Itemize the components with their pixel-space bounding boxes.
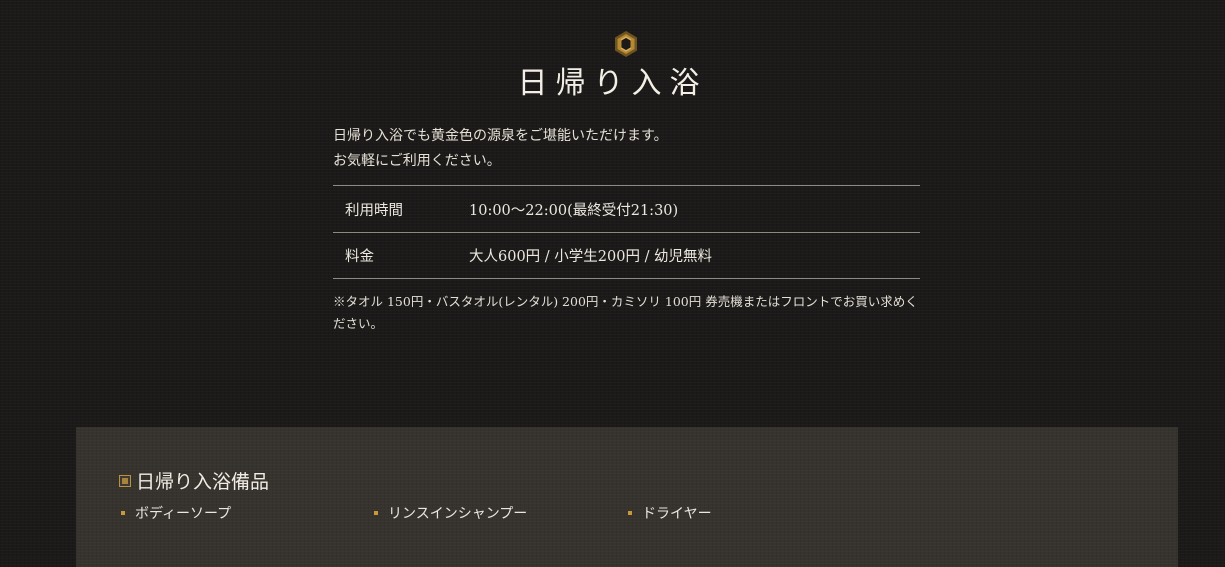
amenity-label: ドライヤー [642, 506, 712, 522]
bullet-icon [628, 511, 632, 515]
section-title: 日帰り入浴 [517, 66, 708, 101]
amenity-label: リンスインシャンプー [388, 506, 528, 522]
intro-line-2: お気軽にご利用ください。 [333, 153, 501, 169]
amenities-heading-text: 日帰り入浴備品 [136, 471, 270, 493]
price-value: 大人600円 / 小学生200円 / 幼児無料 [469, 249, 713, 265]
amenities-heading: 日帰り入浴備品 [119, 467, 269, 494]
logo-emblem-icon [615, 31, 637, 57]
intro-text: 日帰り入浴でも黄金色の源泉をご堪能いただけます。 お気軽にご利用ください。 [333, 124, 933, 174]
square-frame-icon [119, 474, 131, 487]
price-label: 料金 [345, 249, 374, 265]
bullet-icon [121, 511, 125, 515]
list-item-body-soap: ボディーソープ [121, 503, 231, 523]
amenity-label: ボディーソープ [135, 506, 232, 522]
info-table: 利用時間 10:00～22:00(最終受付21:30) 料金 大人600円 / … [333, 185, 920, 279]
table-row-price: 料金 大人600円 / 小学生200円 / 幼児無料 [333, 232, 920, 279]
hours-label: 利用時間 [345, 202, 403, 219]
amenities-panel: 日帰り入浴備品 ボディーソープ リンスインシャンプー ドライヤー [76, 427, 1178, 567]
hours-value: 10:00～22:00(最終受付21:30) [469, 202, 679, 219]
list-item-dryer: ドライヤー [628, 503, 712, 523]
intro-line-1: 日帰り入浴でも黄金色の源泉をご堪能いただけます。 [333, 128, 668, 144]
list-item-rinse-in-shampoo: リンスインシャンプー [374, 503, 527, 523]
bullet-icon [374, 511, 378, 515]
rental-note: ※タオル 150円・バスタオル(レンタル) 200円・カミソリ 100円 券売機… [333, 294, 918, 331]
table-row-hours: 利用時間 10:00～22:00(最終受付21:30) [333, 185, 920, 232]
